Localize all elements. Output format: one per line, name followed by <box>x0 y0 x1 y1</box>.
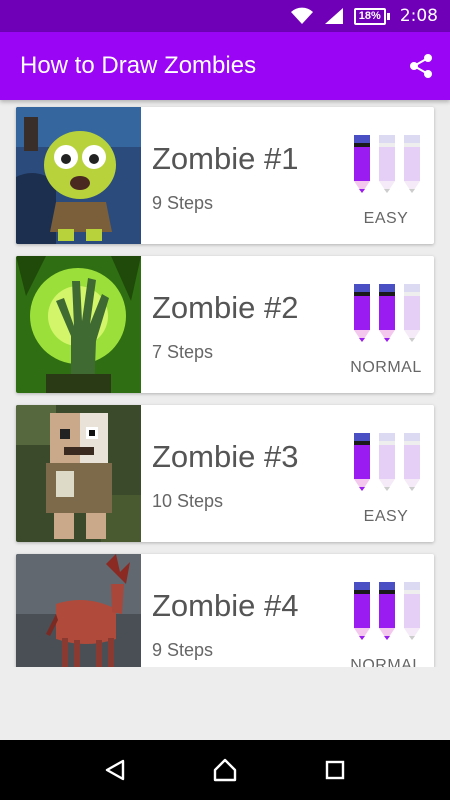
item-steps: 9 Steps <box>152 640 214 660</box>
difficulty-label: NORMAL <box>350 359 422 376</box>
difficulty-pencils <box>354 135 420 193</box>
navigation-bar <box>0 740 450 800</box>
share-icon[interactable] <box>408 53 434 79</box>
item-title: Zombie #4 <box>152 588 299 623</box>
status-bar: 18% 2:08 <box>0 0 450 32</box>
pencil-filled-icon <box>379 284 395 342</box>
recents-icon[interactable] <box>320 755 350 785</box>
pencil-empty-icon <box>379 135 395 193</box>
difficulty-label: EASY <box>363 508 409 525</box>
zombie-thumbnail <box>16 256 141 393</box>
home-icon[interactable] <box>210 755 240 785</box>
pencil-empty-icon <box>404 433 420 491</box>
list-item[interactable]: Zombie #4 9 Steps NORMAL <box>16 554 434 667</box>
app-bar: How to Draw Zombies <box>0 32 450 100</box>
difficulty-label: NORMAL <box>350 657 422 667</box>
battery-icon: 18% <box>353 7 390 25</box>
pencil-filled-icon <box>354 582 370 640</box>
battery-level: 18% <box>353 7 386 25</box>
zombie-thumbnail <box>16 554 141 667</box>
item-title: Zombie #2 <box>152 290 299 325</box>
list-item[interactable]: Zombie #1 9 Steps EASY <box>16 107 434 244</box>
pencil-filled-icon <box>379 582 395 640</box>
difficulty-label: EASY <box>363 210 409 227</box>
pencil-empty-icon <box>404 135 420 193</box>
item-steps: 10 Steps <box>152 491 224 511</box>
zombie-thumbnail <box>16 107 141 244</box>
list-item[interactable]: Zombie #2 7 Steps NORMAL <box>16 256 434 393</box>
clock: 2:08 <box>399 6 438 26</box>
pencil-filled-icon <box>354 433 370 491</box>
zombie-thumbnail <box>16 405 141 542</box>
difficulty-pencils <box>354 284 420 342</box>
item-title: Zombie #3 <box>152 439 299 474</box>
pencil-filled-icon <box>354 135 370 193</box>
item-title: Zombie #1 <box>152 141 299 176</box>
wifi-icon <box>290 7 313 24</box>
pencil-filled-icon <box>354 284 370 342</box>
pencil-empty-icon <box>404 582 420 640</box>
item-steps: 7 Steps <box>152 342 214 362</box>
difficulty-pencils <box>354 582 420 640</box>
pencil-empty-icon <box>379 433 395 491</box>
list-item[interactable]: Zombie #3 10 Steps EASY <box>16 405 434 542</box>
signal-icon <box>324 8 343 24</box>
back-icon[interactable] <box>100 755 130 785</box>
app-title: How to Draw Zombies <box>20 52 257 79</box>
zombie-list[interactable]: Zombie #1 9 Steps EASY Zombie #2 7 Steps… <box>0 100 450 667</box>
difficulty-pencils <box>354 433 420 491</box>
item-steps: 9 Steps <box>152 193 214 213</box>
pencil-empty-icon <box>404 284 420 342</box>
